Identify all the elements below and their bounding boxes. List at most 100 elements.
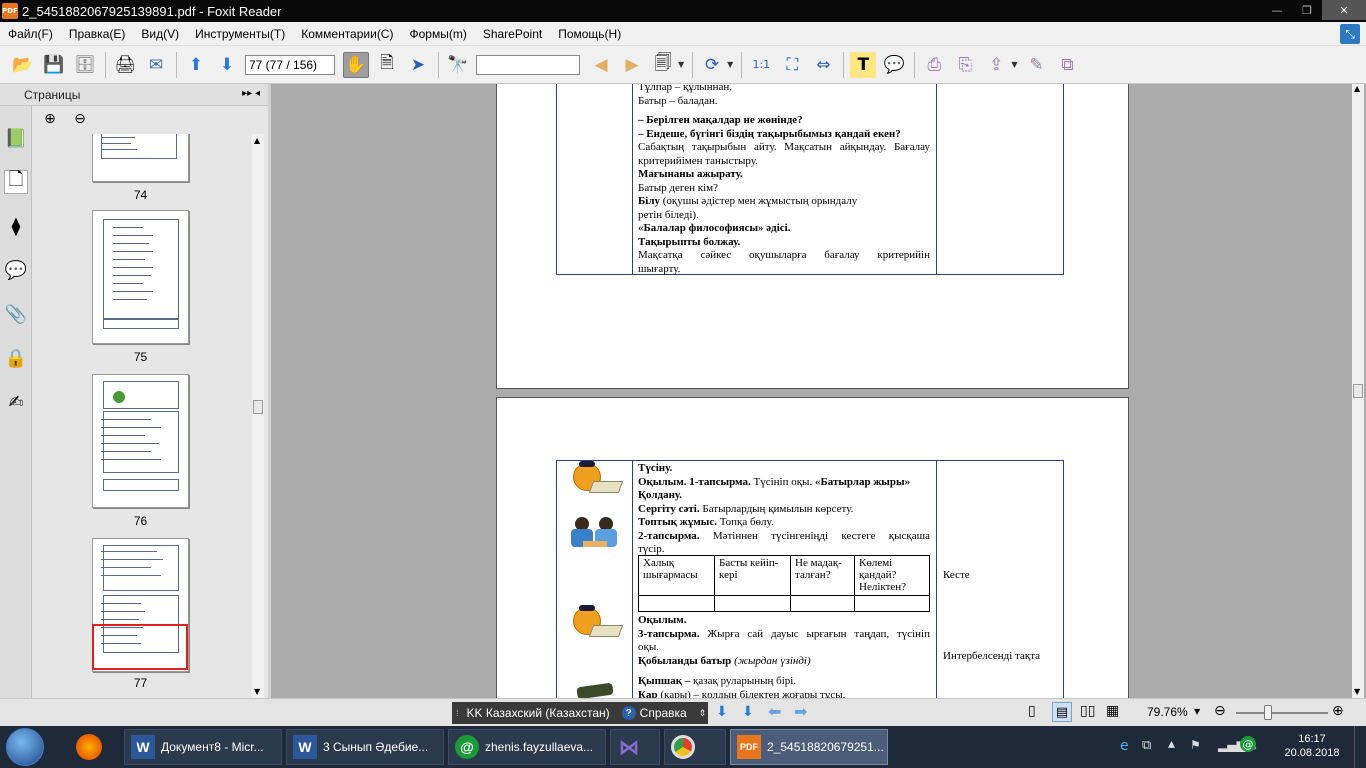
network-tray-icon[interactable]: ⧉ — [1142, 738, 1151, 753]
save-as-icon[interactable]: 🗄 — [72, 52, 98, 78]
find-input[interactable] — [476, 54, 580, 75]
thumbnail-page[interactable] — [92, 134, 189, 182]
taskbar-item-visual-studio[interactable]: ⋈ — [610, 729, 660, 765]
zoom-out-icon[interactable]: ⊖ — [1214, 703, 1226, 719]
pdf-export-icon[interactable]: ⇪ — [983, 52, 1009, 78]
zoom-slider-thumb[interactable] — [1264, 705, 1272, 720]
zoom-slider[interactable] — [1236, 712, 1328, 714]
bookmarks-icon[interactable]: 📗 — [4, 126, 28, 150]
zoom-in-icon[interactable]: ⊕ — [1332, 703, 1344, 719]
enlarge-thumbnails-icon[interactable]: ⊕ — [40, 109, 60, 129]
signatures-icon[interactable]: ✍ — [4, 390, 28, 414]
single-page-icon[interactable]: ▯ — [1028, 703, 1036, 719]
go-last-icon[interactable]: ⬇ — [742, 704, 754, 720]
page-number-input[interactable] — [245, 54, 335, 75]
scroll-down-icon[interactable]: ▼ — [1354, 687, 1360, 696]
print-icon[interactable]: 🖨 — [112, 52, 138, 78]
go-back-icon[interactable]: ⬅ — [768, 702, 781, 721]
layers-icon[interactable]: ⧫ — [4, 214, 28, 238]
chevron-down-icon[interactable]: ▼ — [727, 60, 733, 69]
go-down-icon[interactable]: ⬇ — [716, 704, 728, 720]
scroll-down-icon[interactable]: ▼ — [254, 687, 260, 696]
help-label[interactable]: Справка — [640, 706, 687, 720]
menu-edit[interactable]: Правка(E) — [61, 27, 134, 41]
show-desktop-button[interactable] — [1354, 726, 1366, 768]
minimize-icon[interactable]: — — [1262, 0, 1292, 20]
taskbar-item-word-3-synyp[interactable]: W 3 Сынып Әдебие... — [286, 729, 444, 765]
document-scrollbar[interactable]: ▲ ▼ — [1352, 84, 1364, 698]
fit-width-icon[interactable]: ⇔ — [810, 52, 836, 78]
thumbnail-page[interactable] — [92, 210, 189, 344]
menu-sharepoint[interactable]: SharePoint — [475, 27, 550, 41]
select-arrow-icon[interactable]: ➤ — [405, 52, 431, 78]
language-bar-options-icon[interactable]: ⇕ — [699, 708, 707, 719]
menu-forms[interactable]: Формы(m) — [401, 27, 474, 41]
open-folder-icon[interactable]: 📂 — [10, 52, 36, 78]
hand-tool-icon[interactable]: ✋ — [343, 51, 369, 78]
email-icon[interactable]: ✉ — [143, 52, 169, 78]
menu-view[interactable]: Вид(V) — [133, 27, 187, 41]
document-scroll-thumb[interactable] — [1353, 384, 1363, 398]
visible-area-selection[interactable] — [92, 624, 188, 670]
facing-pages-icon[interactable]: ▯▯ — [1080, 703, 1095, 719]
typewriter-icon[interactable]: T — [850, 51, 877, 78]
note-comment-icon[interactable]: 💬 — [881, 52, 907, 78]
scroll-up-icon[interactable]: ▲ — [1354, 84, 1360, 93]
thumbnail-page[interactable] — [92, 374, 189, 508]
pdf-edit-icon[interactable]: ✎ — [1023, 52, 1049, 78]
clock[interactable]: 16:17 20.08.2018 — [1280, 732, 1344, 760]
continuous-page-icon[interactable]: ▤ — [1052, 702, 1072, 722]
rotate-view-icon[interactable]: ⟳ — [699, 52, 725, 78]
inner-table: Халық шығармасы Басты кейіп-кері Не мада… — [638, 555, 930, 612]
firefox-icon[interactable] — [76, 734, 102, 760]
maximize-icon[interactable]: ❐ — [1292, 0, 1322, 20]
next-page-icon[interactable]: ⬇ — [214, 52, 240, 78]
prev-page-icon[interactable]: ⬆ — [183, 52, 209, 78]
start-button[interactable] — [6, 728, 44, 766]
taskbar-item-chrome[interactable] — [664, 729, 726, 765]
pdf-convert-icon[interactable]: ⎘ — [952, 52, 978, 78]
chevron-down-icon[interactable]: ▼ — [1011, 60, 1017, 69]
security-lock-icon[interactable]: 🔒 — [4, 346, 28, 370]
pdf-create-icon[interactable]: ⎙ — [921, 52, 947, 78]
thumbnail-scrollbar[interactable]: ▲ ▼ — [252, 134, 264, 698]
thumbnail-scroll-thumb[interactable] — [253, 400, 263, 414]
pdf-merge-icon[interactable]: ⧉ — [1054, 52, 1080, 78]
fit-page-icon[interactable]: ⛶ — [779, 52, 805, 78]
menu-help[interactable]: Помощь(H) — [550, 27, 629, 41]
go-forward-icon[interactable]: ➡ — [794, 702, 807, 721]
panel-collapse-icon[interactable]: ▸▸ ◂ — [242, 88, 260, 99]
document-properties-icon[interactable]: 🗐 — [650, 52, 676, 78]
find-prev-icon[interactable]: ◀ — [588, 52, 614, 78]
chevron-down-icon[interactable]: ▼ — [678, 60, 684, 69]
scroll-up-icon[interactable]: ▲ — [254, 136, 260, 145]
find-next-icon[interactable]: ▶ — [619, 52, 645, 78]
mail-agent-tray-icon[interactable]: @ — [1240, 736, 1256, 752]
binoculars-icon[interactable]: 🔭 — [445, 52, 471, 78]
menu-file[interactable]: Файл(F) — [0, 27, 61, 41]
comments-icon[interactable]: 💬 — [4, 258, 28, 282]
input-language[interactable]: KK Казахский (Казахстан) — [467, 706, 610, 720]
actual-size-icon[interactable]: 1:1 — [748, 52, 774, 78]
mail-agent-icon: @ — [455, 735, 479, 759]
action-center-icon[interactable]: ⚑ — [1190, 738, 1201, 752]
taskbar-item-foxit-reader[interactable]: PDF 2_54518820679251... — [730, 729, 888, 765]
close-icon[interactable]: ✕ — [1322, 0, 1366, 20]
zoom-level[interactable]: 79.76% — [1147, 705, 1188, 719]
menu-comments[interactable]: Комментарии(C) — [293, 27, 401, 41]
smiley-reading-book-image — [563, 605, 624, 641]
attachments-icon[interactable]: 📎 — [4, 302, 28, 326]
show-hidden-icons-icon[interactable]: ▴ — [1168, 736, 1175, 752]
language-bar[interactable]: ⁞ KK Казахский (Казахстан) ? Справка ⇕ — [452, 702, 708, 724]
save-icon[interactable]: 💾 — [41, 52, 67, 78]
restore-layout-icon[interactable]: ⤡ — [1340, 24, 1360, 44]
reduce-thumbnails-icon[interactable]: ⊖ — [70, 109, 90, 129]
menu-tools[interactable]: Инструменты(T) — [187, 27, 293, 41]
zoom-dropdown-icon[interactable]: ▼ — [1194, 707, 1200, 716]
select-text-icon[interactable]: 🗎 — [374, 52, 400, 78]
pages-icon[interactable]: 🗋 — [4, 169, 28, 194]
ie-tray-icon[interactable]: e — [1120, 738, 1129, 754]
taskbar-item-word-document8[interactable]: W Документ8 - Micr... — [124, 729, 282, 765]
continuous-facing-icon[interactable]: ▦ — [1106, 703, 1119, 719]
taskbar-item-mail-agent[interactable]: @ zhenis.fayzullaeva... — [448, 729, 606, 765]
